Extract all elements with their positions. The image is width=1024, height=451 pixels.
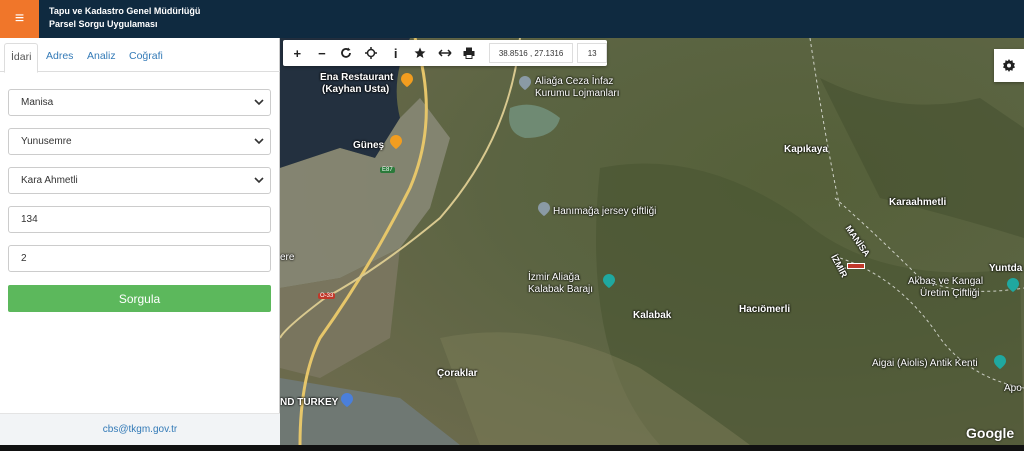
parsel-input-value: 2 — [21, 253, 27, 264]
ada-input-value: 134 — [21, 214, 38, 225]
top-bar: ≡ Tapu ve Kadastro Genel Müdürlüğü Parse… — [0, 0, 1024, 38]
bottom-strip — [0, 445, 1024, 451]
print-button[interactable] — [457, 40, 482, 66]
il-select-value: Manisa — [21, 97, 54, 108]
app-title-line2: Parsel Sorgu Uygulaması — [49, 19, 158, 29]
satellite-imagery — [280, 38, 1024, 445]
parsel-input[interactable]: 2 — [8, 245, 271, 272]
place-pin-icon[interactable] — [1007, 278, 1019, 292]
refresh-icon — [341, 47, 352, 58]
sidebar-footer: cbs@tkgm.gov.tr — [0, 413, 280, 445]
ilce-select-value: Yunusemre — [21, 136, 72, 147]
il-select[interactable]: Manisa — [8, 89, 271, 116]
map-label-haciomerli: Hacıömerli — [739, 304, 791, 315]
measure-icon — [438, 49, 452, 57]
shopping-pin-icon[interactable] — [341, 393, 353, 407]
map-label-ena: Ena Restaurant — [320, 72, 394, 83]
mahalle-select[interactable]: Kara Ahmetli — [8, 167, 271, 194]
map-label-gunes: Güneş — [353, 140, 385, 151]
map-label-yuntdag: Yuntda — [989, 263, 1023, 274]
menu-button[interactable]: ≡ — [0, 0, 39, 38]
place-pin-icon[interactable] — [519, 76, 531, 90]
map-toolbar: + − i 38.8516 , 27.1316 13 — [283, 40, 607, 66]
parcel-marker[interactable] — [847, 263, 865, 269]
mahalle-select-value: Kara Ahmetli — [21, 175, 78, 186]
map-label-kapikaya: Kapıkaya — [784, 144, 828, 155]
zoom-level-readout: 13 — [577, 43, 607, 63]
map-label-uretim: Üretim Çiftliği — [920, 288, 980, 299]
ilce-select[interactable]: Yunusemre — [8, 128, 271, 155]
place-pin-icon[interactable] — [538, 202, 550, 216]
refresh-button[interactable] — [334, 40, 359, 66]
restaurant-pin-icon[interactable] — [390, 135, 402, 149]
star-icon — [414, 47, 426, 58]
camera-pin-icon[interactable] — [603, 274, 615, 288]
sidebar-tabs: İdari Adres Analiz Coğrafi — [0, 38, 280, 73]
map-label-kalabak-baraji: Kalabak Barajı — [528, 284, 594, 295]
favorite-button[interactable] — [408, 40, 433, 66]
locate-button[interactable] — [359, 40, 384, 66]
map-label-karaahmetli: Karaahmetli — [889, 197, 947, 208]
map-label-coraklar: Çoraklar — [437, 368, 478, 379]
map-label-aliaga-ceza2: Kurumu Lojmanları — [535, 88, 620, 99]
map-label-ere: ere — [280, 252, 295, 263]
map-label-hanimaga: Hanımağa jersey çiftliği — [553, 206, 657, 217]
map-label-ena2: (Kayhan Usta) — [322, 84, 390, 95]
map-view[interactable]: Ena Restaurant (Kayhan Usta) Aliağa Ceza… — [280, 38, 1024, 445]
tab-adres[interactable]: Adres — [46, 43, 73, 73]
crosshair-icon — [365, 47, 378, 59]
map-label-apo: Apo — [1004, 383, 1022, 394]
google-logo: Google — [966, 425, 1015, 441]
coordinate-readout: 38.8516 , 27.1316 — [488, 43, 574, 63]
app-title: Tapu ve Kadastro Genel Müdürlüğü Parsel … — [49, 5, 200, 31]
chevron-down-icon — [254, 138, 264, 145]
tab-analiz[interactable]: Analiz — [87, 43, 116, 73]
ada-input[interactable]: 134 — [8, 206, 271, 233]
tab-cografi[interactable]: Coğrafi — [129, 43, 163, 73]
chevron-down-icon — [254, 99, 264, 106]
sidebar: İdari Adres Analiz Coğrafi Manisa Yunuse… — [0, 38, 280, 445]
road-shield-e87: E87 — [380, 167, 395, 173]
map-label-akbas: Akbaş ve Kangal — [908, 276, 984, 287]
print-icon — [463, 47, 475, 59]
map-label-aigai: Aigai (Aiolis) Antik Kenti — [872, 358, 978, 369]
email-link[interactable]: cbs@tkgm.gov.tr — [103, 424, 177, 435]
gear-icon — [1003, 58, 1015, 72]
map-label-kalabak: Kalabak — [633, 310, 672, 321]
info-button[interactable]: i — [383, 40, 408, 66]
sorgula-button[interactable]: Sorgula — [8, 285, 271, 312]
place-pin-icon[interactable] — [994, 355, 1006, 369]
tab-idari[interactable]: İdari — [4, 43, 38, 73]
measure-button[interactable] — [433, 40, 458, 66]
settings-button[interactable] — [994, 49, 1024, 82]
app-title-line1: Tapu ve Kadastro Genel Müdürlüğü — [49, 6, 201, 16]
map-label-aliaga-ceza: Aliağa Ceza İnfaz — [535, 76, 614, 87]
chevron-down-icon — [254, 177, 264, 184]
map-label-izmir-aliaga: İzmir Aliağa — [528, 272, 580, 283]
zoom-out-button[interactable]: − — [310, 40, 335, 66]
zoom-in-button[interactable]: + — [285, 40, 310, 66]
restaurant-pin-icon[interactable] — [401, 73, 413, 87]
road-shield-o33: O-33 — [318, 293, 336, 299]
hamburger-icon: ≡ — [14, 10, 25, 27]
map-label-turkey: ND TURKEY — [280, 397, 339, 408]
